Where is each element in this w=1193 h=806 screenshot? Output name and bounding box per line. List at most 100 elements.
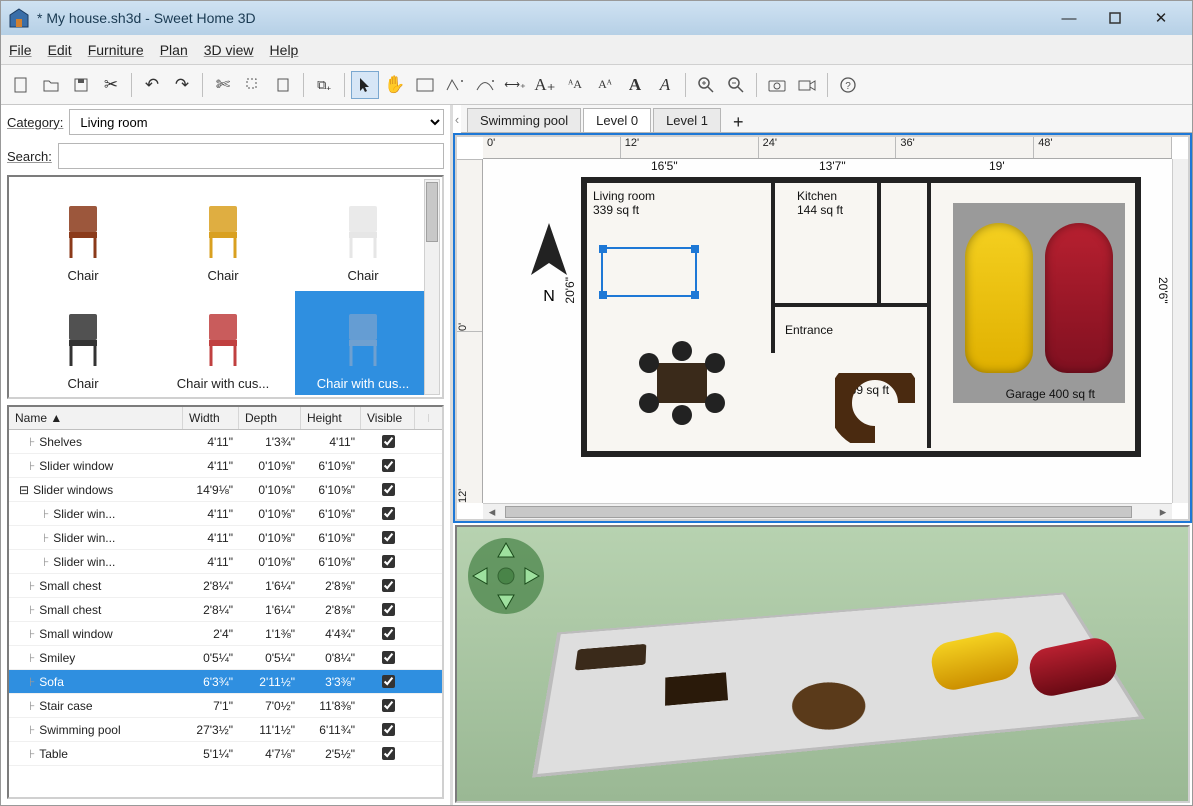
select-icon[interactable] bbox=[351, 71, 379, 99]
row-width: 2'8¼" bbox=[183, 579, 239, 593]
redo-icon[interactable]: ↷ bbox=[168, 71, 196, 99]
catalog-item[interactable]: Chair bbox=[15, 291, 151, 395]
close-button[interactable]: ✕ bbox=[1138, 2, 1184, 34]
plan-view[interactable]: 0'12'24'36'48' 0'12' N 16'5" 13'7" 19' 2… bbox=[455, 135, 1190, 521]
table-row[interactable]: ⊦Slider win... 4'11" 0'10⅝" 6'10⅝" bbox=[9, 526, 442, 550]
decrease-text-icon[interactable]: Aᴬ bbox=[591, 71, 619, 99]
catalog-item[interactable]: Chair bbox=[15, 183, 151, 287]
zoom-in-icon[interactable] bbox=[692, 71, 720, 99]
add-level-button[interactable]: + bbox=[723, 112, 754, 132]
table-row[interactable]: ⊦Slider window 4'11" 0'10⅝" 6'10⅝" bbox=[9, 454, 442, 478]
row-visible-checkbox[interactable] bbox=[382, 459, 395, 472]
table-row[interactable]: ⊟ Slider windows 14'9⅛" 0'10⅝" 6'10⅝" bbox=[9, 478, 442, 502]
minimize-button[interactable]: — bbox=[1046, 2, 1092, 34]
plan-scroll-v[interactable] bbox=[1172, 159, 1188, 503]
table-row[interactable]: ⊦Smiley 0'5¼" 0'5¼" 0'8¼" bbox=[9, 646, 442, 670]
dim-side-left: 20'6" bbox=[563, 277, 577, 304]
cut-icon[interactable]: ✄ bbox=[209, 71, 237, 99]
new-icon[interactable] bbox=[7, 71, 35, 99]
table-row[interactable]: ⊦Small chest 2'8¼" 1'6¼" 2'8⅝" bbox=[9, 598, 442, 622]
catalog-item[interactable]: Chair bbox=[295, 183, 431, 287]
col-visible[interactable]: Visible bbox=[361, 407, 415, 429]
row-visible-checkbox[interactable] bbox=[382, 699, 395, 712]
zoom-out-icon[interactable] bbox=[722, 71, 750, 99]
ruler-tick: 24' bbox=[759, 137, 897, 158]
table-row[interactable]: ⊦Stair case 7'1" 7'0½" 11'8⅜" bbox=[9, 694, 442, 718]
create-text-icon[interactable]: A₊ bbox=[531, 71, 559, 99]
menu-file[interactable]: File bbox=[9, 42, 32, 58]
help-icon[interactable]: ? bbox=[834, 71, 862, 99]
catalog-item[interactable]: Chair with cus... bbox=[295, 291, 431, 395]
tab-level-0[interactable]: Level 0 bbox=[583, 108, 651, 132]
row-visible-checkbox[interactable] bbox=[382, 723, 395, 736]
table-row[interactable]: ⊦Slider win... 4'11" 0'10⅝" 6'10⅝" bbox=[9, 550, 442, 574]
furniture-catalog[interactable]: Chair Chair Chair Chair Chair with cus..… bbox=[7, 175, 444, 399]
plan-canvas[interactable]: N 16'5" 13'7" 19' 20'6" 20'6" Living roo… bbox=[483, 159, 1172, 503]
tab-swimming-pool[interactable]: Swimming pool bbox=[467, 108, 581, 132]
3d-stair bbox=[789, 680, 872, 733]
sofa-selection-box[interactable] bbox=[601, 247, 697, 297]
row-visible-checkbox[interactable] bbox=[382, 483, 395, 496]
menu-3dview[interactable]: 3D view bbox=[204, 42, 254, 58]
copy-icon[interactable] bbox=[239, 71, 267, 99]
row-visible-checkbox[interactable] bbox=[382, 531, 395, 544]
video-icon[interactable] bbox=[793, 71, 821, 99]
table-row[interactable]: ⊦Swimming pool 27'3½" 11'1½" 6'11¾" bbox=[9, 718, 442, 742]
maximize-button[interactable] bbox=[1092, 2, 1138, 34]
row-visible-checkbox[interactable] bbox=[382, 747, 395, 760]
table-row[interactable]: ⊦Small window 2'4" 1'1⅜" 4'4¾" bbox=[9, 622, 442, 646]
save-icon[interactable] bbox=[67, 71, 95, 99]
row-height: 2'8⅝" bbox=[301, 603, 361, 617]
create-rooms-icon[interactable] bbox=[441, 71, 469, 99]
search-input[interactable] bbox=[58, 143, 444, 169]
3d-navigation-pad[interactable] bbox=[467, 537, 545, 615]
row-visible-checkbox[interactable] bbox=[382, 603, 395, 616]
catalog-item[interactable]: Chair with cus... bbox=[155, 291, 291, 395]
table-row[interactable]: ⊦Slider win... 4'11" 0'10⅝" 6'10⅝" bbox=[9, 502, 442, 526]
open-icon[interactable] bbox=[37, 71, 65, 99]
menu-plan[interactable]: Plan bbox=[160, 42, 188, 58]
row-width: 4'11" bbox=[183, 555, 239, 569]
tab-level-1[interactable]: Level 1 bbox=[653, 108, 721, 132]
row-name: Slider windows bbox=[33, 483, 113, 497]
table-row[interactable]: ⊦Table 5'1¼" 4'7⅛" 2'5½" bbox=[9, 742, 442, 766]
create-walls-icon[interactable] bbox=[411, 71, 439, 99]
table-row[interactable]: ⊦Small chest 2'8¼" 1'6¼" 2'8⅝" bbox=[9, 574, 442, 598]
plan-scroll-h[interactable]: ◂▸ bbox=[483, 503, 1172, 519]
table-row[interactable]: ⊦Sofa 6'3¾" 2'11½" 3'3⅜" bbox=[9, 670, 442, 694]
italic-icon[interactable]: A bbox=[651, 71, 679, 99]
undo-icon[interactable]: ↶ bbox=[138, 71, 166, 99]
col-name[interactable]: Name ▲ bbox=[9, 407, 183, 429]
menu-edit[interactable]: Edit bbox=[48, 42, 72, 58]
add-furniture-icon[interactable]: ⧉₊ bbox=[310, 71, 338, 99]
row-visible-checkbox[interactable] bbox=[382, 627, 395, 640]
col-height[interactable]: Height bbox=[301, 407, 361, 429]
photo-icon[interactable] bbox=[763, 71, 791, 99]
catalog-scrollbar[interactable] bbox=[424, 179, 440, 395]
row-visible-checkbox[interactable] bbox=[382, 507, 395, 520]
row-visible-checkbox[interactable] bbox=[382, 435, 395, 448]
category-select[interactable]: Living room bbox=[69, 109, 444, 135]
row-visible-checkbox[interactable] bbox=[382, 555, 395, 568]
catalog-item[interactable]: Chair bbox=[155, 183, 291, 287]
bold-icon[interactable]: A bbox=[621, 71, 649, 99]
menu-help[interactable]: Help bbox=[270, 42, 299, 58]
row-depth: 0'5¼" bbox=[239, 651, 301, 665]
row-visible-checkbox[interactable] bbox=[382, 675, 395, 688]
create-dimensions-icon[interactable]: ⟷₊ bbox=[501, 71, 529, 99]
create-polyline-icon[interactable] bbox=[471, 71, 499, 99]
table-row[interactable]: ⊦Shelves 4'11" 1'3¾" 4'11" bbox=[9, 430, 442, 454]
paste-icon[interactable] bbox=[269, 71, 297, 99]
preferences-icon[interactable]: ✂ bbox=[97, 71, 125, 99]
titlebar: * My house.sh3d - Sweet Home 3D — ✕ bbox=[1, 1, 1192, 35]
row-visible-checkbox[interactable] bbox=[382, 579, 395, 592]
col-depth[interactable]: Depth bbox=[239, 407, 301, 429]
col-width[interactable]: Width bbox=[183, 407, 239, 429]
menu-furniture[interactable]: Furniture bbox=[88, 42, 144, 58]
row-visible-checkbox[interactable] bbox=[382, 651, 395, 664]
pan-icon[interactable]: ✋ bbox=[381, 71, 409, 99]
3d-view[interactable] bbox=[455, 525, 1190, 803]
row-name: Shelves bbox=[39, 435, 82, 449]
increase-text-icon[interactable]: ᴬA bbox=[561, 71, 589, 99]
tab-scroll-left[interactable]: ‹ bbox=[453, 106, 461, 132]
